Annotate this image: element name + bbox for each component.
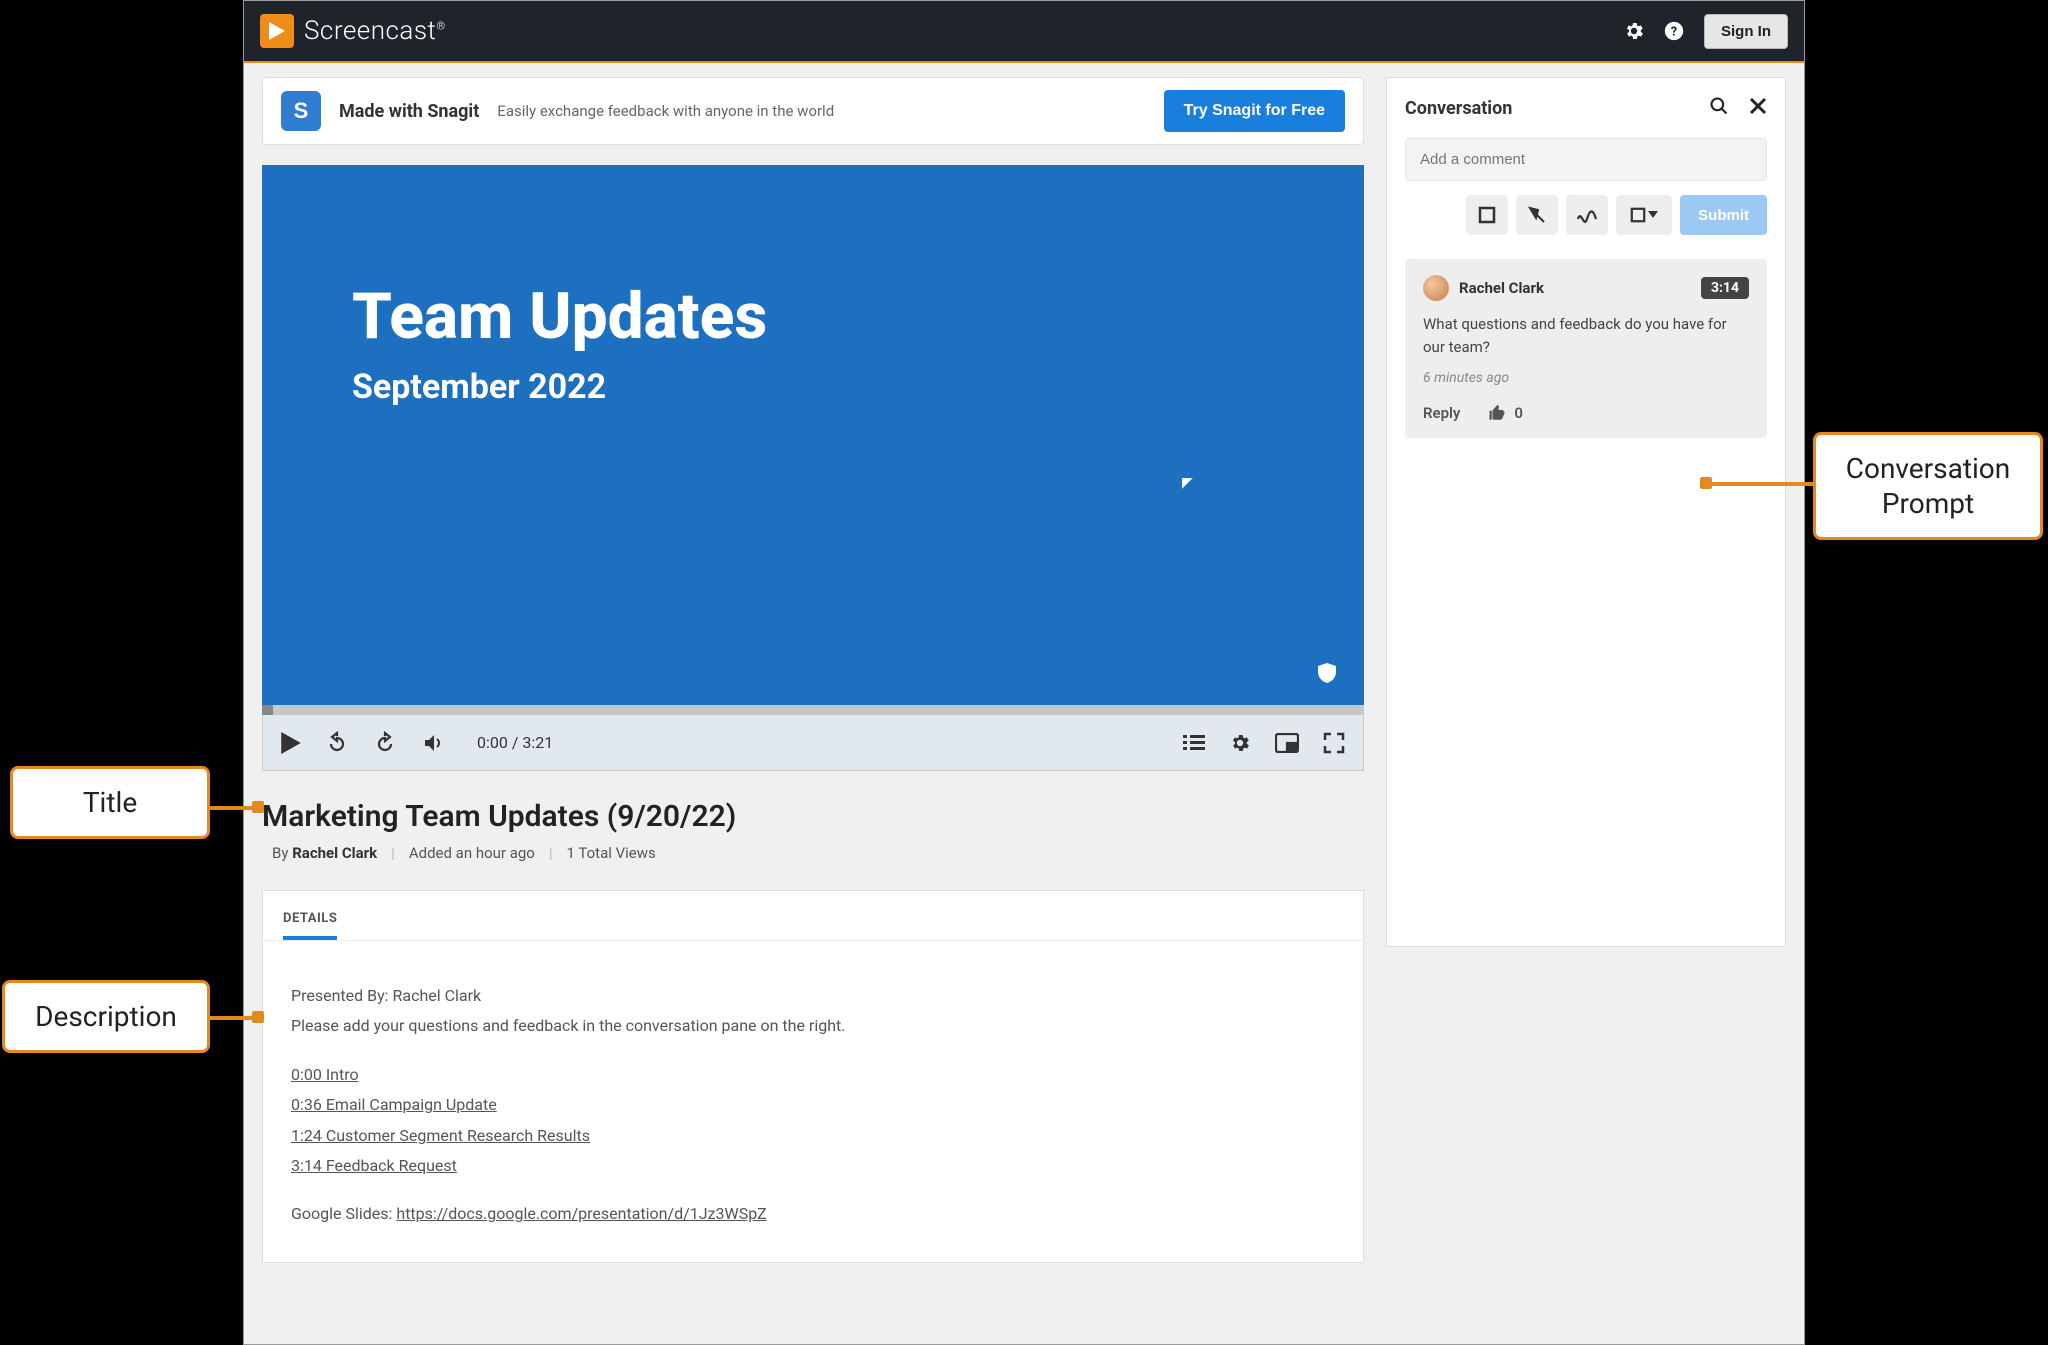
time-display: 0:00 / 3:21 <box>477 733 553 752</box>
step-tool[interactable] <box>1566 195 1608 235</box>
submit-button[interactable]: Submit <box>1680 195 1767 235</box>
chapter-list: 0:00 Intro 0:36 Email Campaign Update 1:… <box>291 1060 1335 1182</box>
conversation-panel: Conversation <box>1386 77 1786 947</box>
comment-author: Rachel Clark <box>1459 279 1544 297</box>
top-header: Screencast® ? Sign In <box>244 1 1804 63</box>
search-icon[interactable] <box>1709 96 1729 120</box>
comment-input[interactable] <box>1405 138 1767 181</box>
chapter-link[interactable]: 0:36 Email Campaign Update <box>291 1095 497 1114</box>
added-time: Added an hour ago <box>409 844 535 862</box>
brand-logo[interactable]: Screencast® <box>260 14 446 48</box>
annotation-title: Title <box>10 766 210 839</box>
rewind-button[interactable] <box>325 731 349 755</box>
cursor-icon: ◤ <box>1182 475 1193 491</box>
fullscreen-button[interactable] <box>1323 732 1345 754</box>
annotation-toolbar: Submit <box>1405 195 1767 235</box>
app-window: Screencast® ? Sign In Made with Snagit E… <box>243 0 1805 1345</box>
like-count: 0 <box>1514 404 1523 422</box>
play-button[interactable] <box>281 732 301 754</box>
author-line: By Rachel Clark <box>272 844 377 862</box>
promo-title: Made with Snagit <box>339 101 479 122</box>
forward-button[interactable] <box>373 731 397 755</box>
chapter-link[interactable]: 3:14 Feedback Request <box>291 1156 457 1175</box>
chapters-button[interactable] <box>1183 733 1205 753</box>
try-snagit-button[interactable]: Try Snagit for Free <box>1164 90 1345 132</box>
description-prompt: Please add your questions and feedback i… <box>291 1011 1335 1041</box>
slide-title: Team Updates <box>352 285 1274 349</box>
view-count: 1 Total Views <box>567 844 656 862</box>
video-player[interactable]: Team Updates September 2022 ◤ <box>262 165 1364 705</box>
snagit-logo-icon <box>281 91 321 131</box>
sign-in-button[interactable]: Sign In <box>1704 14 1788 49</box>
comment-text: What questions and feedback do you have … <box>1423 313 1749 358</box>
presented-by: Presented By: Rachel Clark <box>291 981 1335 1011</box>
pip-button[interactable] <box>1275 733 1299 753</box>
like-button[interactable]: 0 <box>1488 404 1523 422</box>
promo-banner: Made with Snagit Easily exchange feedbac… <box>262 77 1364 145</box>
details-card: DETAILS Presented By: Rachel Clark Pleas… <box>262 890 1364 1263</box>
chapter-link[interactable]: 1:24 Customer Segment Research Results <box>291 1126 590 1145</box>
arrow-tool[interactable] <box>1516 195 1558 235</box>
shape-tool-dropdown[interactable] <box>1616 195 1672 235</box>
conversation-heading: Conversation <box>1405 98 1512 119</box>
help-icon[interactable]: ? <box>1660 17 1688 45</box>
comment-posted-time: 6 minutes ago <box>1423 370 1749 386</box>
video-metadata: By Rachel Clark | Added an hour ago | 1 … <box>262 844 1364 862</box>
tab-details[interactable]: DETAILS <box>283 911 337 940</box>
reply-button[interactable]: Reply <box>1423 404 1460 422</box>
progress-bar[interactable] <box>262 705 1364 715</box>
player-controls: 0:00 / 3:21 <box>262 715 1364 771</box>
slides-line: Google Slides: https://docs.google.com/p… <box>291 1199 1335 1229</box>
slides-link[interactable]: https://docs.google.com/presentation/d/1… <box>396 1204 766 1223</box>
annotation-conversation-prompt: Conversation Prompt <box>1813 432 2043 540</box>
video-title: Marketing Team Updates (9/20/22) <box>262 799 1364 834</box>
brand-name: Screencast® <box>304 16 446 46</box>
rectangle-tool[interactable] <box>1466 195 1508 235</box>
settings-button[interactable] <box>1229 732 1251 754</box>
volume-button[interactable] <box>421 731 445 755</box>
timestamp-badge[interactable]: 3:14 <box>1701 277 1749 299</box>
slide-subtitle: September 2022 <box>352 367 1274 407</box>
shield-icon <box>1318 663 1336 687</box>
annotation-description: Description <box>2 980 210 1053</box>
play-logo-icon <box>260 14 294 48</box>
promo-subtitle: Easily exchange feedback with anyone in … <box>497 102 834 120</box>
svg-text:?: ? <box>1671 25 1677 40</box>
gear-icon[interactable] <box>1620 17 1648 45</box>
close-icon[interactable] <box>1749 97 1767 119</box>
chapter-link[interactable]: 0:00 Intro <box>291 1065 359 1084</box>
avatar <box>1423 275 1449 301</box>
comment-card: Rachel Clark 3:14 What questions and fee… <box>1405 259 1767 438</box>
